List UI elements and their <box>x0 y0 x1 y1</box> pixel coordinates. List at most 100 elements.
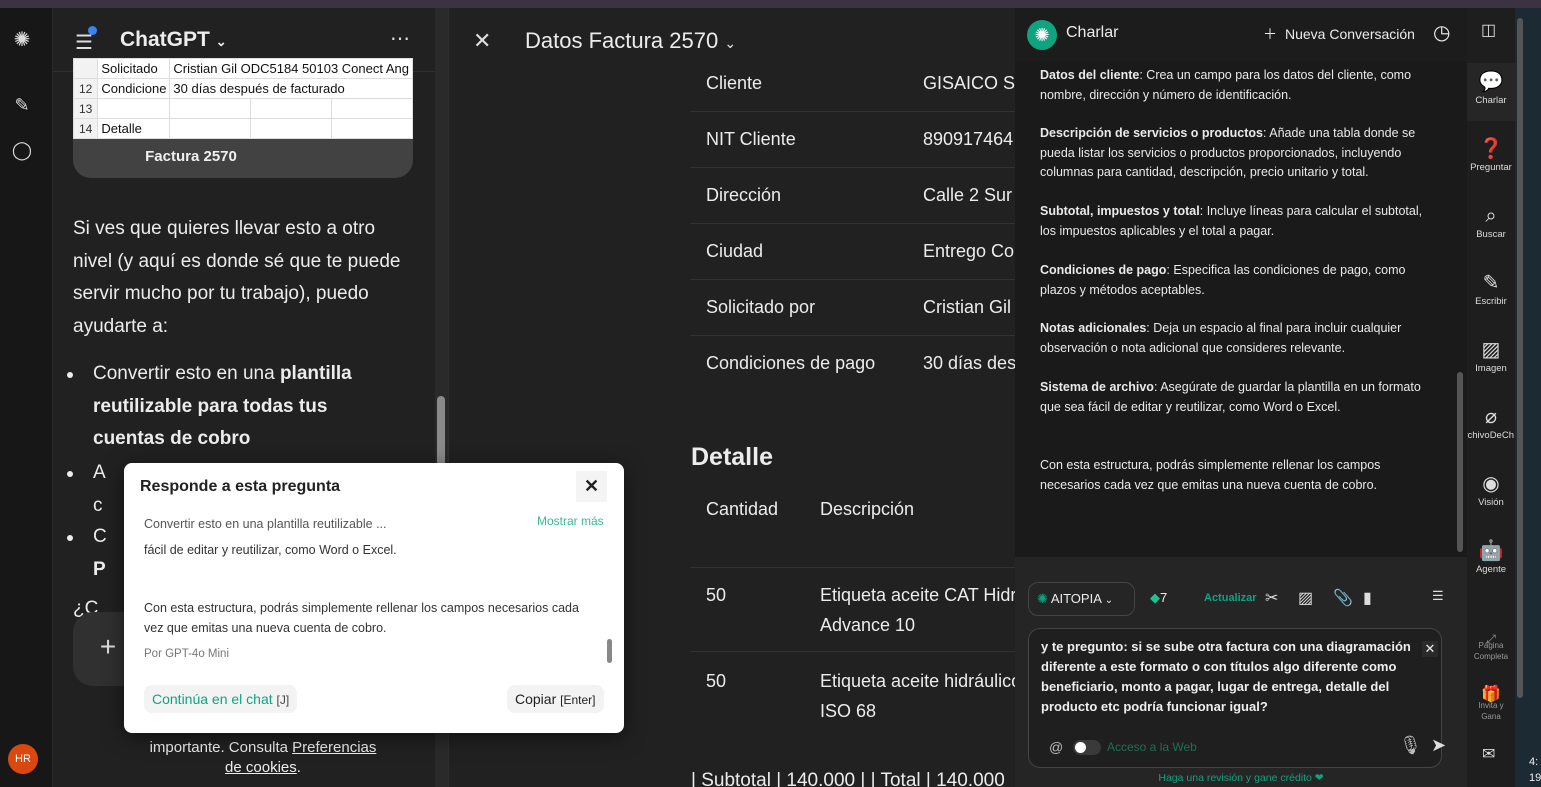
spreadsheet-preview[interactable]: Solicitado Cristian Gil ODC5184 50103 Con… <box>73 58 413 178</box>
new-chat-button[interactable]: ＋ Nueva Conversación <box>1263 24 1415 44</box>
window-top-strip <box>0 0 1541 8</box>
row-label: Dirección <box>706 185 782 205</box>
item-title: Datos del cliente <box>1040 68 1140 82</box>
answer-text: Con esta estructura, podrás simplemente … <box>144 601 579 635</box>
pencil-icon: ✎ <box>1482 272 1500 294</box>
spreadsheet-table: Solicitado Cristian Gil ODC5184 50103 Con… <box>73 58 413 139</box>
sidebar-toggle-icon[interactable]: ☰ <box>75 26 97 55</box>
sidebar-label: ArchivoDeCh <box>1467 430 1514 441</box>
sidebar-item-agente[interactable]: 🤖 Agente <box>1467 538 1515 575</box>
table-row: Dirección Calle 2 Sur N <box>691 168 1015 224</box>
modal-close-button[interactable]: ✕ <box>576 471 607 502</box>
table-row: Solicitado por Cristian Gil C <box>691 280 1015 336</box>
eye-icon: ◉ <box>1482 473 1500 495</box>
close-icon[interactable]: ✕ <box>473 28 491 54</box>
sidebar-item-preguntar[interactable]: ❓ Preguntar <box>1467 136 1515 173</box>
section-heading: Detalle <box>691 443 773 471</box>
review-link[interactable]: Haga una revisión y gane crédito ❤ <box>1015 772 1467 784</box>
button-label: Copiar <box>515 691 557 707</box>
aitopia-header: ✺ Charlar ＋ Nueva Conversación ◷ <box>1015 8 1467 62</box>
sidebar-label: Visión <box>1478 497 1504 508</box>
web-access-toggle[interactable] <box>1073 740 1101 755</box>
show-more-link[interactable]: Mostrar más <box>537 514 604 528</box>
sidebar-item-imagen[interactable]: ▨ Imagen <box>1467 337 1515 374</box>
row-value: 30 días desp <box>923 353 1015 373</box>
web-access-label: Acceso a la Web <box>1107 740 1197 754</box>
cookie-link[interactable]: de cookies <box>225 759 297 776</box>
message-item: Subtotal, impuestos y total: Incluye lín… <box>1040 202 1440 241</box>
aitopia-scrollbar-thumb[interactable] <box>1457 372 1463 552</box>
chat-bubble-icon[interactable]: ◯ <box>10 138 34 162</box>
send-icon[interactable]: ➤ <box>1431 735 1446 756</box>
sidebar-item-fullpage[interactable]: ⤢ Página Completa <box>1467 626 1515 662</box>
sidebar-item-escribir[interactable]: ✎ Escribir <box>1467 270 1515 307</box>
openai-logo-icon[interactable]: ✺ <box>10 28 34 52</box>
sidebar-label: Charlar <box>1475 95 1507 106</box>
list-text: A <box>93 462 106 483</box>
clear-input-icon[interactable]: ✕ <box>1422 641 1438 657</box>
sidebar-item-invite[interactable]: 🎁 Invita y Gana <box>1467 682 1515 722</box>
chevron-down-icon: ⌄ <box>215 34 227 49</box>
aitopia-input[interactable]: y te pregunto: si se sube otra factura c… <box>1028 628 1446 768</box>
canvas-title[interactable]: Datos Factura 2570 ⌄ <box>525 28 736 54</box>
copy-button[interactable]: Copiar [Enter] <box>507 685 604 713</box>
image-icon[interactable]: ▨ <box>1298 588 1313 608</box>
scrollbar-thumb[interactable] <box>1517 18 1523 698</box>
item-title: Sistema de archivo <box>1040 380 1154 394</box>
history-clock-icon[interactable]: ◷ <box>1433 20 1450 45</box>
expand-icon: ⤢ <box>1486 632 1496 646</box>
table-header-row: Cantidad Descripción <box>691 494 1015 568</box>
gem-icon: ◆ <box>1150 590 1160 605</box>
sidebar-item-buscar[interactable]: ⌕ Buscar <box>1467 203 1515 240</box>
table-row: Condiciones de pago 30 días desp <box>691 336 1015 392</box>
gift-icon: 🎁 <box>1481 686 1501 703</box>
mention-icon[interactable]: @ <box>1049 739 1063 755</box>
settings-sliders-icon[interactable]: ☰ <box>1432 588 1444 604</box>
cell-desc: Etiqueta aceite hidráulico ISO 68 <box>820 671 1015 721</box>
taskbar-clock: 4:19, <box>1529 754 1541 786</box>
model-selector[interactable]: ChatGPT ⌄ <box>120 28 227 52</box>
sidebar-label: Invita y Gana <box>1478 701 1504 721</box>
list-text: c <box>93 494 103 516</box>
cookie-preferences-link[interactable]: Preferencias <box>292 739 376 756</box>
row-label: NIT Cliente <box>706 129 796 149</box>
continue-in-chat-button[interactable]: Continúa en el chat [J] <box>144 685 298 713</box>
scissors-icon[interactable]: ✂ <box>1265 588 1278 608</box>
cell: Condicione <box>97 78 171 99</box>
modal-scrollbar-thumb[interactable] <box>607 639 612 663</box>
message-item: Descripción de servicios o productos: Añ… <box>1040 124 1440 183</box>
paperclip-icon[interactable]: 📎 <box>1333 588 1353 608</box>
message-item: Notas adicionales: Deja un espacio al fi… <box>1040 319 1440 358</box>
panel-title: Charlar <box>1066 24 1119 41</box>
row-label: Condiciones de pago <box>706 353 876 373</box>
sidebar-item-archivo[interactable]: ⌀ ArchivoDeCh <box>1467 404 1515 441</box>
aitopia-messages: Datos del cliente: Crea un campo para lo… <box>1015 62 1467 557</box>
panel-toggle-icon[interactable]: ◫ <box>1481 20 1496 40</box>
cell-qty: 50 <box>706 671 727 691</box>
cell: 14 <box>73 118 99 139</box>
clock-time: 4: <box>1529 756 1539 768</box>
cell <box>331 118 413 139</box>
cookie-text: importante. Consulta <box>149 739 293 756</box>
page-scrollbar[interactable]: 4:19, <box>1515 8 1541 787</box>
shortcut-hint: [J] <box>276 693 290 707</box>
sidebar-item-charlar[interactable]: 💬 Charlar <box>1467 63 1515 121</box>
model-dropdown[interactable]: ✺ AITOPIA ⌄ <box>1028 582 1135 616</box>
avatar[interactable]: HR <box>8 744 38 774</box>
chat-bubbles-icon: 💬 <box>1478 71 1504 93</box>
cell <box>169 98 252 119</box>
totals-line: | Subtotal | 140.000 | | Total | 140.000 <box>691 770 1005 787</box>
credits-count: 7 <box>1160 590 1168 605</box>
chevron-down-icon: ⌄ <box>724 35 737 51</box>
input-text[interactable]: y te pregunto: si se sube otra factura c… <box>1041 637 1437 717</box>
mail-icon[interactable]: ✉ <box>1482 744 1495 764</box>
column-header: Descripción <box>820 499 915 519</box>
microphone-icon[interactable]: 🎙 <box>1399 735 1422 756</box>
more-options-icon[interactable]: ⋯ <box>390 26 410 51</box>
paperclip-icon: ⌀ <box>1484 406 1498 428</box>
sidebar-item-vision[interactable]: ◉ Visión <box>1467 471 1515 508</box>
book-icon[interactable]: ▮ <box>1363 588 1372 608</box>
update-link[interactable]: Actualizar <box>1204 592 1257 604</box>
new-chat-icon[interactable]: ✎ <box>10 93 34 117</box>
clock-date: 19, <box>1529 772 1541 784</box>
